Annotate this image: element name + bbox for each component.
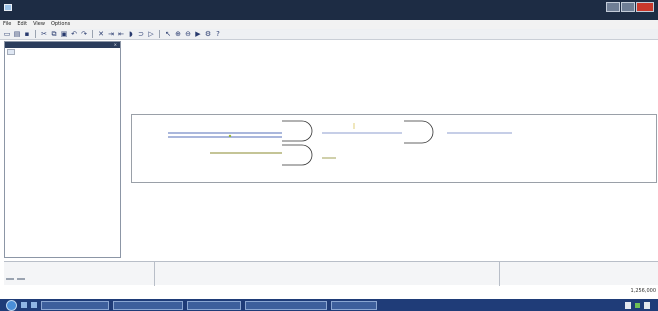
paste-icon[interactable]: ▣ [60, 30, 68, 38]
quick-launch-ie-icon[interactable] [21, 302, 27, 308]
circuit-frame [131, 114, 657, 183]
select-icon[interactable]: ↖ [164, 30, 172, 38]
tray-network-icon[interactable] [635, 302, 640, 308]
project-explorer-panel: × [4, 41, 121, 258]
panel-status-left [4, 262, 154, 286]
zoom-out-icon[interactable]: ⊖ [184, 30, 192, 38]
or-gate-icon[interactable]: ⊃ [137, 30, 145, 38]
workspace-tabs [6, 278, 25, 280]
menu-file[interactable]: File [3, 20, 11, 29]
menu-bar: File Edit View Options [0, 20, 658, 29]
undo-icon[interactable]: ↶ [70, 30, 78, 38]
toolbar-separator [159, 30, 160, 38]
taskbar-button-3[interactable] [187, 300, 241, 310]
toolbar-separator [92, 30, 93, 38]
zoom-in-icon[interactable]: ⊕ [174, 30, 182, 38]
panel-status-right [499, 262, 658, 286]
save-icon[interactable]: ▪ [23, 30, 31, 38]
system-tray [625, 301, 658, 309]
minimize-button[interactable] [606, 2, 620, 12]
start-button[interactable] [6, 299, 17, 311]
gate-and-2[interactable] [282, 144, 313, 166]
window-controls [606, 2, 654, 14]
junction-dot [228, 134, 232, 138]
close-button[interactable] [636, 2, 654, 12]
menu-view[interactable]: View [33, 20, 45, 29]
gate-and-1[interactable] [282, 120, 313, 142]
tray-item[interactable] [644, 301, 650, 309]
project-tree [5, 56, 120, 60]
not-gate-icon[interactable]: ▷ [147, 30, 155, 38]
copy-icon[interactable]: ⧉ [50, 30, 58, 38]
help-icon[interactable]: ? [214, 30, 222, 38]
menu-options[interactable]: Options [51, 20, 70, 29]
panel-tabs [5, 48, 120, 56]
tab-explorer[interactable] [7, 49, 15, 55]
and-gate-icon[interactable]: ◗ [127, 30, 135, 38]
tab-workspace-1[interactable] [6, 278, 14, 280]
redo-icon[interactable]: ↷ [80, 30, 88, 38]
menu-edit[interactable]: Edit [17, 20, 27, 29]
simulate-icon[interactable]: ▶ [194, 30, 202, 38]
add-input-icon[interactable]: ⇥ [107, 30, 115, 38]
taskbar-button-4[interactable] [245, 300, 327, 310]
taskbar [0, 299, 658, 311]
title-bar [0, 0, 658, 20]
zoom-readout: 1,256,000 [630, 288, 656, 294]
quick-launch-folder-icon[interactable] [31, 302, 37, 308]
settings-icon[interactable]: ⚙ [204, 30, 212, 38]
cut-icon[interactable]: ✂ [40, 30, 48, 38]
gate-or[interactable] [404, 120, 434, 144]
app-window: File Edit View Options ▭ ▤ ▪ ✂ ⧉ ▣ ↶ ↷ ✕… [0, 0, 658, 311]
panel-status-mid [154, 262, 499, 286]
taskbar-button-1[interactable] [41, 300, 109, 310]
panel-close-icon[interactable]: × [114, 42, 117, 48]
toolbar: ▭ ▤ ▪ ✂ ⧉ ▣ ↶ ↷ ✕ ⇥ ⇤ ◗ ⊃ ▷ ↖ ⊕ ⊖ ▶ ⚙ ? [0, 29, 658, 40]
bottom-panels: 1,256,000 [4, 261, 658, 294]
tab-workspace-2[interactable] [17, 278, 25, 280]
tray-language[interactable] [625, 301, 631, 309]
circuit-diagram [168, 120, 512, 166]
delete-icon[interactable]: ✕ [97, 30, 105, 38]
new-file-icon[interactable]: ▭ [3, 30, 11, 38]
circuit-canvas[interactable] [122, 41, 658, 258]
add-output-icon[interactable]: ⇤ [117, 30, 125, 38]
toolbar-separator [35, 30, 36, 38]
taskbar-button-5[interactable] [331, 300, 377, 310]
open-folder-icon[interactable]: ▤ [13, 30, 21, 38]
taskbar-button-2[interactable] [113, 300, 183, 310]
maximize-button[interactable] [621, 2, 635, 12]
app-icon [4, 4, 12, 11]
